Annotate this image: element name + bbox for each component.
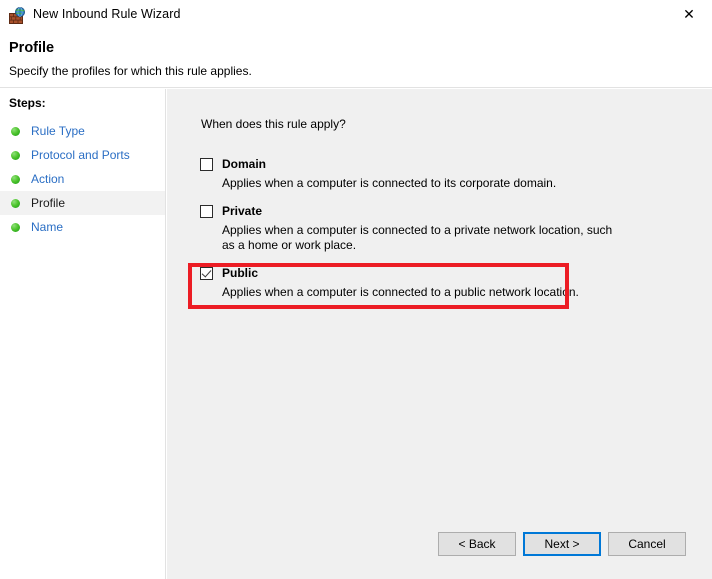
- close-icon: ✕: [683, 7, 695, 23]
- step-bullet-icon: [11, 198, 20, 208]
- firewall-globe-icon: [9, 7, 26, 24]
- profile-options-group: Domain Applies when a computer is connec…: [167, 157, 712, 313]
- public-checkbox[interactable]: [200, 267, 213, 280]
- sidebar-item-label: Name: [31, 220, 64, 234]
- private-checkbox[interactable]: [200, 205, 213, 218]
- title-bar: New Inbound Rule Wizard ✕: [0, 0, 712, 30]
- steps-sidebar: Steps: Rule Type Protocol and Ports Acti…: [0, 89, 166, 579]
- back-button[interactable]: < Back: [438, 532, 516, 556]
- sidebar-item-label: Protocol and Ports: [31, 148, 130, 162]
- step-bullet-icon: [11, 126, 20, 136]
- content-panel: When does this rule apply? Domain Applie…: [167, 89, 712, 579]
- close-button[interactable]: ✕: [666, 0, 712, 30]
- sidebar-item-action[interactable]: Action: [0, 167, 165, 191]
- step-bullet-icon: [11, 222, 20, 232]
- sidebar-item-name[interactable]: Name: [0, 215, 165, 239]
- steps-list: Rule Type Protocol and Ports Action Prof…: [0, 119, 165, 239]
- dialog-button-bar: < Back Next > Cancel: [167, 532, 712, 562]
- window-title: New Inbound Rule Wizard: [33, 7, 181, 21]
- sidebar-item-label: Profile: [31, 196, 66, 210]
- cancel-button[interactable]: Cancel: [608, 532, 686, 556]
- sidebar-item-profile[interactable]: Profile: [0, 191, 165, 215]
- profile-option-private[interactable]: Private Applies when a computer is conne…: [167, 204, 712, 253]
- profile-option-label: Public: [222, 266, 259, 280]
- step-bullet-icon: [11, 174, 20, 184]
- next-button[interactable]: Next >: [523, 532, 601, 556]
- profile-option-domain[interactable]: Domain Applies when a computer is connec…: [167, 157, 712, 191]
- sidebar-item-label: Rule Type: [31, 124, 85, 138]
- profile-option-description: Applies when a computer is connected to …: [222, 223, 613, 252]
- domain-checkbox[interactable]: [200, 158, 213, 171]
- steps-heading: Steps:: [9, 96, 46, 110]
- page-subtitle: Specify the profiles for which this rule…: [9, 64, 252, 78]
- sidebar-item-protocol-and-ports[interactable]: Protocol and Ports: [0, 143, 165, 167]
- profile-option-description: Applies when a computer is connected to …: [222, 176, 557, 190]
- step-bullet-icon: [11, 150, 20, 160]
- page-header: Profile Specify the profiles for which t…: [0, 30, 712, 88]
- sidebar-item-rule-type[interactable]: Rule Type: [0, 119, 165, 143]
- sidebar-item-label: Action: [31, 172, 65, 186]
- profile-option-label: Domain: [222, 157, 267, 171]
- page-title: Profile: [9, 40, 55, 56]
- profile-option-label: Private: [222, 204, 263, 218]
- profile-option-description: Applies when a computer is connected to …: [222, 285, 579, 299]
- profile-question: When does this rule apply?: [201, 117, 346, 131]
- profile-option-public[interactable]: Public Applies when a computer is connec…: [167, 266, 712, 300]
